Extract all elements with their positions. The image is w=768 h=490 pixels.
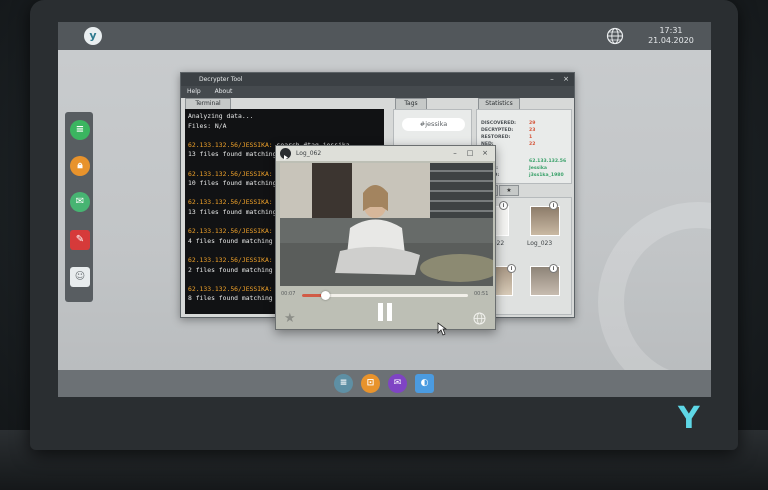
globe-icon[interactable]	[606, 27, 624, 45]
globe-icon[interactable]	[473, 312, 486, 325]
minimize-button[interactable]: –	[547, 73, 557, 86]
tab-terminal[interactable]: Terminal	[185, 98, 231, 109]
pause-icon-bar	[387, 303, 392, 321]
mouse-cursor-icon	[437, 322, 447, 336]
tag-chip[interactable]: #jessika	[402, 118, 465, 131]
play-badge-icon	[280, 148, 291, 160]
tab-statistics[interactable]: Statistics	[478, 98, 520, 109]
seek-bar[interactable]	[302, 291, 468, 300]
log-label: Log_023	[527, 240, 553, 247]
clock-date: 21.04.2020	[648, 36, 694, 45]
browser-icon[interactable]: ◐	[415, 374, 434, 393]
current-time: 00:07	[281, 291, 296, 297]
taskbar: ≡ ⊡ ✉ ◐	[58, 370, 711, 397]
terminal-prompt: 62.133.132.56/JESSIKA:	[188, 255, 273, 264]
terminal-prompt: 62.133.132.56/JESSIKA:	[188, 284, 273, 293]
pause-icon	[378, 303, 383, 321]
lock-icon[interactable]: ⊡	[361, 374, 380, 393]
chat-icon[interactable]: ≡	[70, 120, 90, 140]
close-button[interactable]: ×	[561, 73, 571, 86]
stat-row: DISCOVERED: 29	[481, 121, 536, 126]
menu-about[interactable]: About	[215, 88, 233, 95]
info-icon[interactable]: i	[549, 201, 558, 210]
maximize-button[interactable]: □	[465, 146, 475, 161]
side-dock: ≡ 🔒︎ ✉ ✎ ☺	[65, 112, 93, 302]
note-icon[interactable]: ✎	[70, 230, 90, 250]
player-titlebar[interactable]: Log_062	[276, 146, 495, 161]
desktop-screen: y 17:31 21.04.2020 ≡ 🔒︎ ✉ ✎ ☺ Decrypter …	[58, 22, 711, 397]
terminal-line: Analyzing data...	[188, 112, 381, 122]
terminal-text: 10 files found matching	[188, 179, 277, 188]
terminal-prompt: 62.133.132.56/JESSIKA:	[188, 227, 273, 236]
window-titlebar[interactable]: Decrypter Tool	[181, 73, 574, 86]
terminal-text: 13 files found matching	[188, 207, 277, 216]
terminal-prompt: 62.133.132.56/JESSIKA:	[188, 313, 273, 314]
minimize-button[interactable]: –	[450, 146, 460, 161]
chat-icon[interactable]: ≡	[334, 374, 353, 393]
terminal-line: Files: N/A	[188, 122, 381, 132]
pause-button[interactable]	[378, 303, 392, 321]
window-title: Decrypter Tool	[199, 76, 243, 83]
terminal-text: 13 files found matching	[188, 150, 277, 159]
terminal-prompt: 62.133.132.56/JESSIKA:	[188, 198, 273, 207]
total-time: 00:51	[474, 291, 489, 297]
player-title: Log_062	[296, 150, 322, 157]
video-player-window: Log_062 – □ × 00:07 00:51 ★	[275, 145, 496, 330]
mail-icon[interactable]: ✉	[70, 192, 90, 212]
y-logo-icon: Y	[678, 401, 700, 436]
stat-row: DECRYPTED: 23	[481, 128, 536, 133]
tab-tags[interactable]: Tags	[395, 98, 427, 109]
terminal-text: 2 files found matching	[188, 265, 273, 274]
seek-handle[interactable]	[321, 291, 331, 300]
terminal-text: Files: N/A	[188, 121, 227, 130]
wallpaper-logo	[598, 202, 711, 397]
video-frame[interactable]	[280, 163, 493, 286]
close-button[interactable]: ×	[480, 146, 490, 161]
star-icon: ★	[506, 187, 512, 194]
laptop-scene: y 17:31 21.04.2020 ≡ 🔒︎ ✉ ✎ ☺ Decrypter …	[0, 0, 768, 490]
clock-time: 17:31	[659, 26, 683, 35]
contact-icon[interactable]: ☺	[70, 267, 90, 287]
top-bar: y 17:31 21.04.2020	[58, 22, 711, 50]
menu-help[interactable]: Help	[187, 88, 201, 95]
stat-row: RESTORED: 1	[481, 135, 533, 140]
lock-icon[interactable]: 🔒︎	[70, 156, 90, 176]
favorite-star-icon[interactable]: ★	[284, 312, 298, 326]
log-thumbnail[interactable]	[530, 206, 560, 236]
system-clock: 17:31 21.04.2020	[636, 26, 706, 46]
terminal-prompt: 62.133.132.56/JESSIKA:	[188, 169, 273, 178]
y-logo-icon[interactable]: y	[84, 27, 102, 45]
mail-icon[interactable]: ✉	[388, 374, 407, 393]
info-icon[interactable]: i	[499, 201, 508, 210]
terminal-text: 4 files found matching	[188, 236, 273, 245]
tab-favorites[interactable]: ★	[499, 185, 519, 196]
terminal-text: Analyzing data...	[188, 112, 254, 120]
menu-bar: Help About	[181, 86, 574, 98]
info-icon[interactable]: i	[549, 264, 558, 273]
terminal-prompt: 62.133.132.56/JESSIKA:	[188, 140, 273, 149]
info-icon[interactable]: i	[507, 264, 516, 273]
terminal-text: 8 files found matching	[188, 294, 273, 303]
